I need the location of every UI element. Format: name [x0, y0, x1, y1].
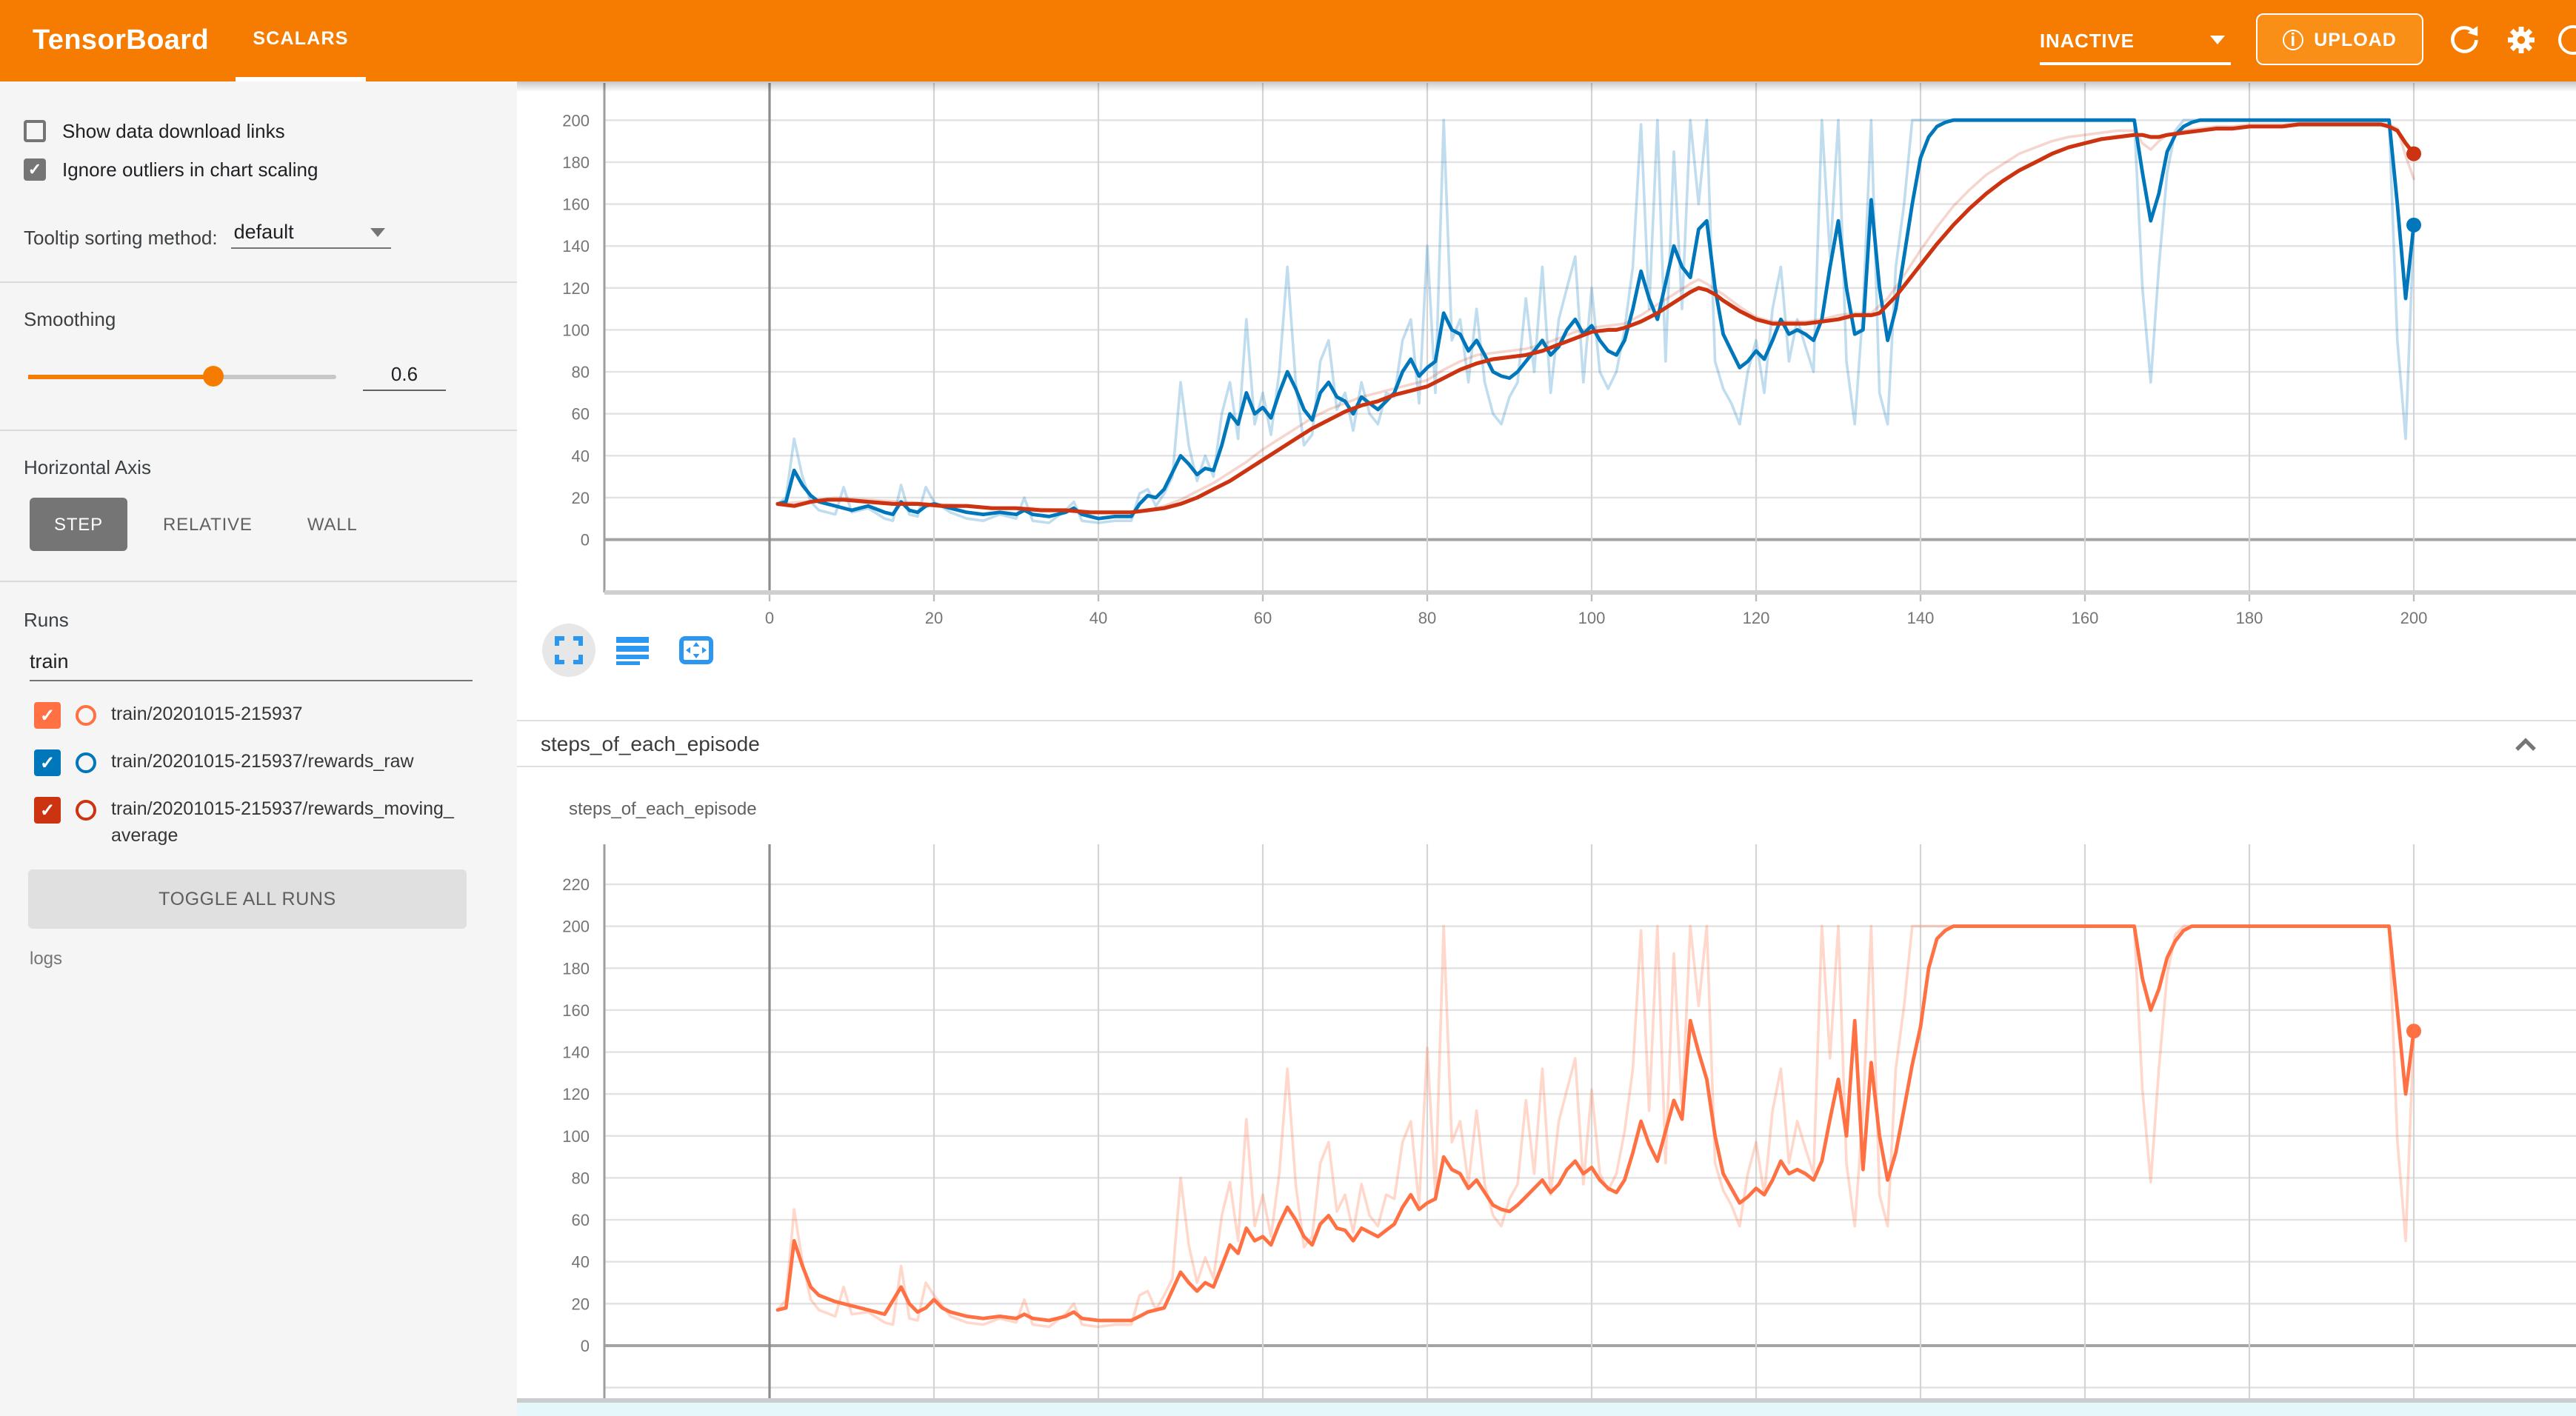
svg-text:140: 140 — [562, 1043, 590, 1062]
run-3-checkbox[interactable]: ✓ — [34, 797, 61, 824]
settings-sidebar: Show data download links ✓ Ignore outlie… — [0, 81, 517, 1416]
upload-button-label: UPLOAD — [2314, 29, 2397, 50]
fit-domain-icon[interactable] — [670, 624, 723, 677]
run-3-color-circle[interactable] — [76, 800, 96, 821]
svg-text:0: 0 — [581, 531, 590, 550]
axis-mode-step-button[interactable]: STEP — [30, 498, 127, 551]
tab-scalars[interactable]: SCALARS — [236, 0, 366, 81]
chevron-down-icon — [2210, 36, 2225, 44]
smoothing-label: Smoothing — [24, 308, 493, 330]
svg-text:100: 100 — [1578, 609, 1606, 627]
svg-text:40: 40 — [572, 1253, 590, 1272]
divider — [0, 581, 517, 582]
svg-text:180: 180 — [2236, 609, 2263, 627]
run-row: ✓ train/20201015-215937/rewards_moving_a… — [34, 795, 493, 849]
svg-text:100: 100 — [562, 1127, 590, 1146]
header-shadow — [517, 81, 2576, 92]
app-title: TensorBoard — [33, 0, 209, 81]
divider — [517, 766, 2576, 767]
steps-chart[interactable]: 0 20 40 60 80 100 120 140 160 180 200 220 — [517, 829, 2576, 1401]
ignore-outliers-checkbox[interactable]: ✓ — [24, 158, 46, 181]
run-2-checkbox[interactable]: ✓ — [34, 749, 61, 776]
fullscreen-icon[interactable] — [542, 624, 595, 677]
svg-text:40: 40 — [1090, 609, 1107, 627]
horizontal-axis-label: Horizontal Axis — [24, 456, 493, 478]
run-1-label: train/20201015-215937 — [111, 701, 464, 727]
svg-text:200: 200 — [2400, 609, 2428, 627]
svg-text:60: 60 — [572, 1211, 590, 1229]
help-icon[interactable] — [2558, 25, 2576, 55]
ignore-outliers-label: Ignore outliers in chart scaling — [62, 158, 318, 181]
svg-text:0: 0 — [765, 609, 774, 627]
run-row: ✓ train/20201015-215937 — [34, 701, 493, 729]
smoothing-value-input[interactable]: 0.6 — [363, 363, 446, 391]
run-1-color-circle[interactable] — [76, 705, 96, 726]
chevron-down-icon — [370, 228, 385, 237]
svg-text:80: 80 — [1418, 609, 1436, 627]
svg-text:120: 120 — [1743, 609, 1770, 627]
chart-toolbar — [542, 624, 723, 677]
svg-text:120: 120 — [562, 1085, 590, 1103]
svg-text:200: 200 — [562, 111, 590, 130]
svg-text:40: 40 — [572, 447, 590, 465]
svg-text:140: 140 — [562, 237, 590, 256]
svg-text:200: 200 — [562, 918, 590, 936]
run-2-label: train/20201015-215937/rewards_raw — [111, 748, 464, 775]
status-dropdown[interactable]: INACTIVE — [2040, 18, 2231, 65]
tooltip-sorting-value: default — [234, 221, 294, 243]
log-scale-icon[interactable] — [606, 624, 659, 677]
svg-text:20: 20 — [572, 1295, 590, 1313]
chart-card-title: steps_of_each_episode — [569, 798, 757, 819]
tooltip-sorting-label: Tooltip sorting method: — [24, 227, 218, 249]
refresh-icon[interactable] — [2447, 22, 2483, 58]
show-download-links-label: Show data download links — [62, 120, 285, 142]
svg-text:20: 20 — [572, 489, 590, 507]
svg-text:160: 160 — [2072, 609, 2099, 627]
chevron-up-icon[interactable] — [2508, 727, 2543, 763]
svg-text:180: 180 — [562, 153, 590, 172]
divider — [0, 281, 517, 283]
info-icon: i — [2283, 29, 2303, 50]
svg-text:80: 80 — [572, 1169, 590, 1187]
divider — [0, 430, 517, 431]
run-filter-input[interactable]: train — [30, 650, 473, 681]
smoothing-slider-thumb[interactable] — [203, 367, 224, 387]
axis-mode-relative-button[interactable]: RELATIVE — [148, 498, 267, 551]
status-dropdown-value: INACTIVE — [2040, 29, 2135, 51]
tooltip-sorting-dropdown[interactable]: default — [231, 221, 391, 249]
gear-icon[interactable] — [2503, 22, 2539, 58]
run-3-label: train/20201015-215937/rewards_moving_ave… — [111, 795, 464, 849]
svg-text:140: 140 — [1907, 609, 1935, 627]
rewards-chart[interactable]: 0 20 40 60 80 100 120 140 160 180 200 0 20 40 60 80 100 1… — [517, 83, 2576, 631]
bottom-scroll-strip — [517, 1403, 2576, 1416]
svg-text:0: 0 — [581, 1337, 590, 1355]
run-1-checkbox[interactable]: ✓ — [34, 702, 61, 729]
app-header: TensorBoard SCALARS INACTIVE i UPLOAD — [0, 0, 2576, 81]
section-title: steps_of_each_episode — [541, 732, 760, 755]
show-download-links-checkbox[interactable] — [24, 120, 46, 142]
section-header-steps[interactable]: steps_of_each_episode — [517, 721, 2576, 766]
svg-text:220: 220 — [562, 875, 590, 894]
smoothing-slider[interactable] — [28, 375, 336, 379]
svg-text:100: 100 — [562, 321, 590, 339]
smoothing-slider-fill — [28, 375, 213, 379]
svg-text:60: 60 — [1254, 609, 1272, 627]
axis-mode-wall-button[interactable]: WALL — [291, 498, 374, 551]
svg-text:160: 160 — [562, 196, 590, 214]
toggle-all-runs-button[interactable]: TOGGLE ALL RUNS — [28, 870, 467, 929]
runs-section-label: Runs — [24, 609, 493, 631]
upload-button[interactable]: i UPLOAD — [2256, 13, 2423, 65]
logs-label: logs — [30, 949, 517, 969]
svg-text:180: 180 — [562, 959, 590, 978]
run-row: ✓ train/20201015-215937/rewards_raw — [34, 748, 493, 776]
svg-text:60: 60 — [572, 405, 590, 424]
tensorboard-app: TensorBoard SCALARS INACTIVE i UPLOAD — [0, 0, 2576, 1416]
run-2-color-circle[interactable] — [76, 752, 96, 773]
svg-text:120: 120 — [562, 279, 590, 298]
svg-text:160: 160 — [562, 1001, 590, 1020]
svg-text:20: 20 — [925, 609, 943, 627]
svg-text:80: 80 — [572, 363, 590, 381]
